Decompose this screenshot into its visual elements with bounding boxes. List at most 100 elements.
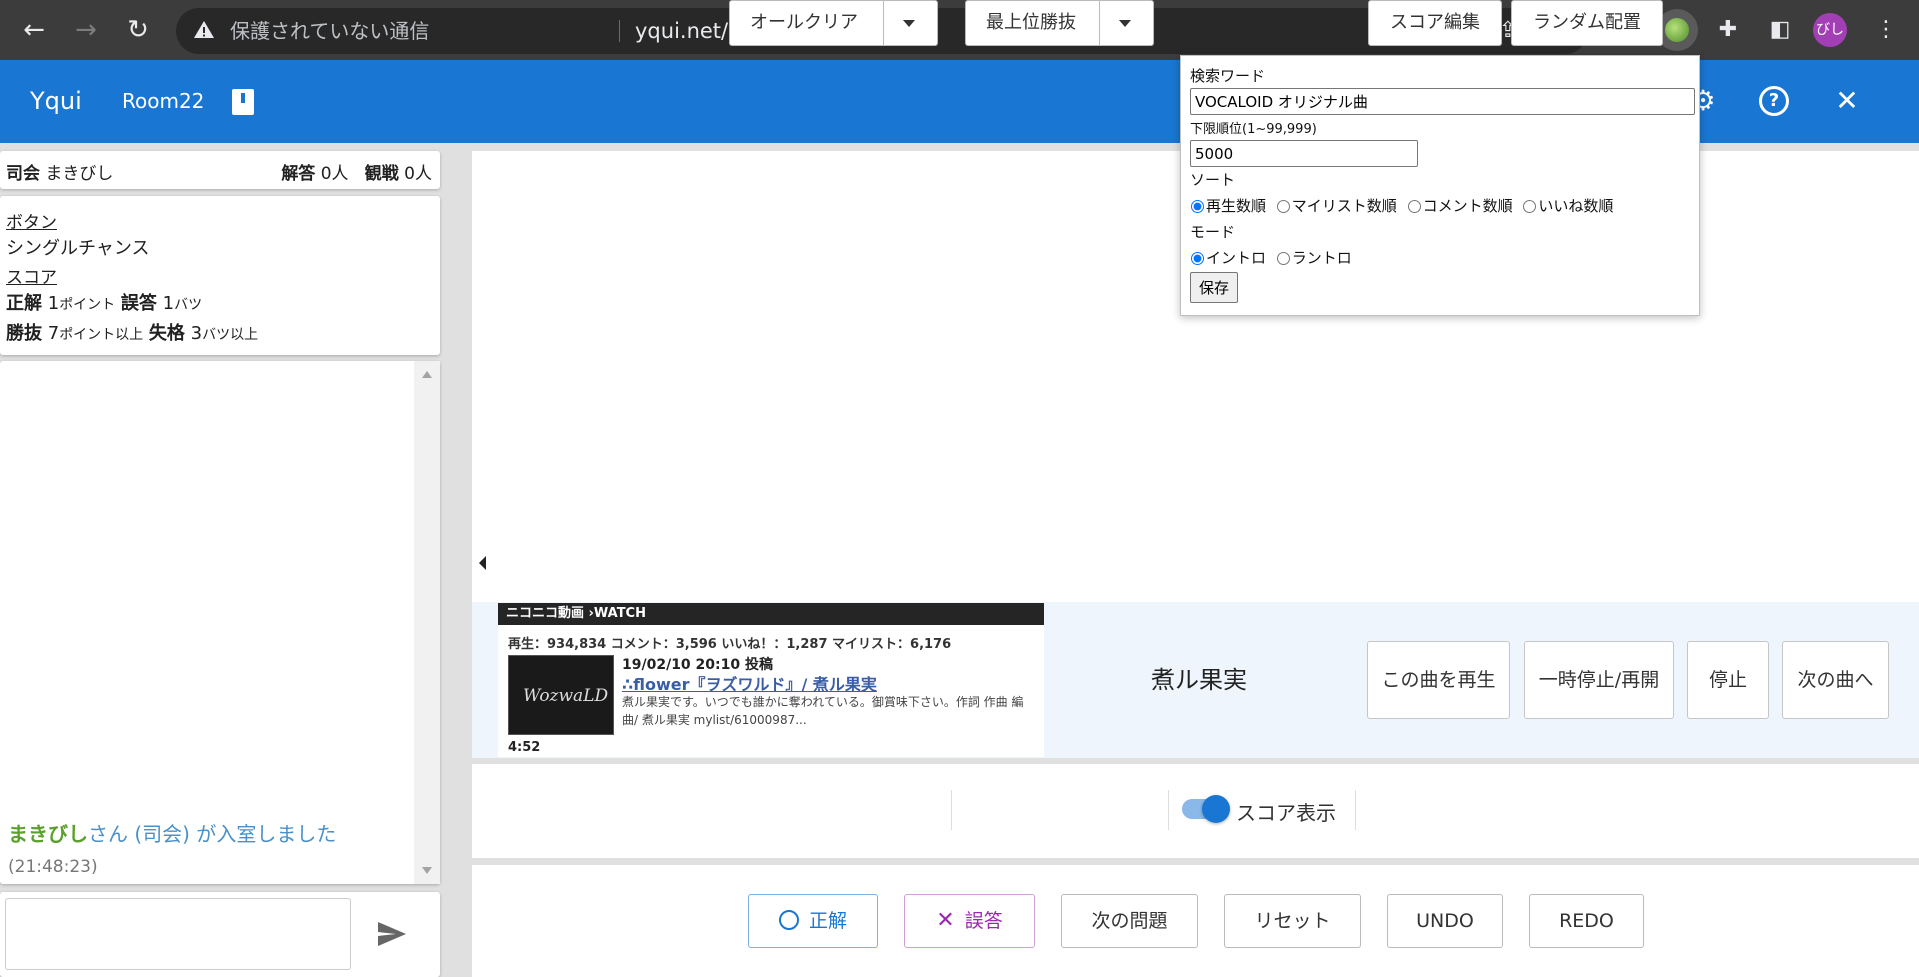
- correct-button[interactable]: 正解: [748, 894, 878, 948]
- button-heading: ボタン: [6, 213, 57, 233]
- toggle-knob[interactable]: [1202, 795, 1230, 823]
- chat-message-text: さん (司会) が入室しました: [88, 822, 337, 846]
- wrong-label: 誤答: [964, 910, 1003, 932]
- min-rank-label: 下限順位(1~99,999): [1190, 122, 1317, 137]
- all-clear-divider: [883, 1, 884, 45]
- forward-icon[interactable]: →: [68, 12, 104, 48]
- side-panel-icon[interactable]: ◧: [1762, 12, 1798, 48]
- mode-label: モード: [1190, 223, 1236, 241]
- mode-option-label: ラントロ: [1291, 249, 1352, 267]
- sort-option-label: マイリスト数順: [1291, 197, 1397, 215]
- reset-button[interactable]: リセット: [1224, 894, 1361, 948]
- collapse-left-icon[interactable]: [479, 556, 486, 570]
- next-song-button[interactable]: 次の曲へ: [1782, 641, 1889, 719]
- chat-scrollbar[interactable]: [414, 361, 440, 884]
- song-settings-popup: 検索ワード 下限順位(1~99,999) ソート 再生数順 マイリスト数順 コメ…: [1180, 55, 1700, 316]
- brand-logo[interactable]: Yqui: [30, 60, 82, 143]
- pause-resume-button[interactable]: 一時停止/再開: [1524, 641, 1674, 719]
- nico-thumb-text: WozwaLD: [523, 686, 609, 706]
- chat-log[interactable]: まきびしさん (司会) が入室しました (21:48:23): [0, 361, 440, 884]
- mode-option-intro[interactable]: イントロ: [1191, 249, 1266, 267]
- score-rule-row-2: 勝抜 7ポイント以上 失格 3バツ以上: [6, 319, 258, 345]
- stop-button[interactable]: 停止: [1687, 641, 1769, 719]
- score-heading: スコア: [6, 268, 57, 288]
- sort-radio-play[interactable]: [1191, 200, 1204, 213]
- random-place-button[interactable]: ランダム配置: [1511, 0, 1663, 46]
- sort-option-label: コメント数順: [1422, 197, 1513, 215]
- sort-option-like[interactable]: いいね数順: [1523, 197, 1613, 215]
- back-icon[interactable]: ←: [16, 12, 52, 48]
- wrong-rule-value: 1: [162, 293, 175, 314]
- mode-options: イントロ ラントロ: [1191, 247, 1358, 268]
- min-rank-input[interactable]: [1190, 140, 1418, 167]
- nico-header: ニコニコ動画 ›WATCH: [498, 603, 1044, 625]
- score-display-label[interactable]: スコア表示: [1236, 797, 1336, 826]
- score-edit-button[interactable]: スコア編集: [1368, 0, 1502, 46]
- mode-option-random[interactable]: ラントロ: [1276, 249, 1352, 267]
- search-word-input[interactable]: [1190, 88, 1695, 115]
- undo-button[interactable]: UNDO: [1387, 894, 1503, 948]
- score-display-toggle[interactable]: [1182, 795, 1230, 823]
- top-win-button[interactable]: 最上位勝抜: [965, 0, 1154, 46]
- puzzle-icon[interactable]: ✚: [1710, 12, 1746, 48]
- play-song-button[interactable]: この曲を再生: [1367, 641, 1510, 719]
- nico-thumbnail[interactable]: WozwaLD: [508, 655, 614, 735]
- chat-input[interactable]: [5, 898, 351, 970]
- wrong-rule-label: 誤答: [120, 293, 157, 314]
- sort-options: 再生数順 マイリスト数順 コメント数順 いいね数順: [1191, 195, 1619, 216]
- score-rule-row-1: 正解 1ポイント 誤答 1バツ: [6, 289, 202, 315]
- host-label: 司会: [6, 164, 40, 184]
- wrong-rule-unit: バツ: [174, 297, 203, 313]
- room-title: Room22: [122, 89, 205, 113]
- lose-rule-unit: バツ以上: [202, 327, 259, 343]
- mode-radio-intro[interactable]: [1191, 252, 1204, 265]
- button-mode: シングルチャンス: [6, 238, 150, 259]
- reload-icon[interactable]: ↻: [120, 12, 156, 48]
- scroll-down-icon[interactable]: [422, 867, 432, 874]
- nico-duration: 4:52: [508, 740, 541, 755]
- nico-title-link[interactable]: ∴flower『ヲズワルド』/ 煮ル果実: [622, 671, 877, 695]
- control-divider-3: [1355, 790, 1356, 830]
- correct-label: 正解: [808, 910, 847, 932]
- warning-icon: [194, 21, 214, 38]
- correct-rule-label: 正解: [6, 293, 42, 314]
- mode-radio-random[interactable]: [1276, 252, 1290, 265]
- circle-icon: [778, 910, 799, 930]
- sort-option-comment[interactable]: コメント数順: [1407, 197, 1513, 215]
- nico-embed-card[interactable]: ニコニコ動画 ›WATCH 再生：934,834 コメント：3,596 いいね！…: [498, 603, 1044, 757]
- sort-option-play[interactable]: 再生数順: [1191, 197, 1266, 215]
- scroll-up-icon[interactable]: [422, 371, 432, 378]
- book-icon[interactable]: [232, 89, 254, 115]
- rules-card: ボタン シングルチャンス スコア 正解 1ポイント 誤答 1バツ 勝抜 7ポイン…: [0, 196, 440, 355]
- nico-stats: 再生：934,834 コメント：3,596 いいね！：1,287 マイリスト：6…: [508, 637, 952, 652]
- send-icon[interactable]: [376, 920, 408, 948]
- wrong-button[interactable]: ✕ 誤答: [904, 894, 1035, 948]
- win-rule-label: 勝抜: [6, 323, 42, 344]
- top-win-label: 最上位勝抜: [986, 12, 1076, 33]
- sort-option-label: 再生数順: [1206, 197, 1267, 215]
- profile-avatar[interactable]: びし: [1813, 13, 1847, 47]
- sort-radio-mylist[interactable]: [1276, 200, 1290, 213]
- answer-count: 0人: [320, 164, 349, 184]
- win-rule-value: 7: [47, 323, 60, 344]
- sort-radio-like[interactable]: [1523, 200, 1537, 213]
- all-clear-button[interactable]: オールクリア: [729, 0, 938, 46]
- correct-rule-unit: ポイント: [59, 297, 116, 313]
- watch-count: 0人: [404, 164, 432, 184]
- sort-radio-comment[interactable]: [1407, 200, 1421, 213]
- next-question-button[interactable]: 次の問題: [1061, 894, 1198, 948]
- sort-option-mylist[interactable]: マイリスト数順: [1276, 197, 1397, 215]
- chevron-down-icon[interactable]: [1119, 20, 1131, 27]
- close-icon[interactable]: ✕: [1826, 80, 1868, 122]
- help-icon[interactable]: ?: [1759, 86, 1789, 116]
- sort-label: ソート: [1190, 171, 1236, 189]
- chevron-down-icon[interactable]: [903, 20, 915, 27]
- menu-kebab-icon[interactable]: ⋮: [1868, 12, 1904, 48]
- security-status[interactable]: 保護されていない通信: [230, 8, 429, 54]
- save-button[interactable]: 保存: [1190, 272, 1239, 303]
- chat-message-name: まきびし: [8, 822, 88, 846]
- redo-button[interactable]: REDO: [1529, 894, 1644, 948]
- cross-icon: ✕: [936, 908, 955, 933]
- search-word-label: 検索ワード: [1190, 67, 1266, 85]
- host-info: 司会 まきびし: [6, 159, 113, 184]
